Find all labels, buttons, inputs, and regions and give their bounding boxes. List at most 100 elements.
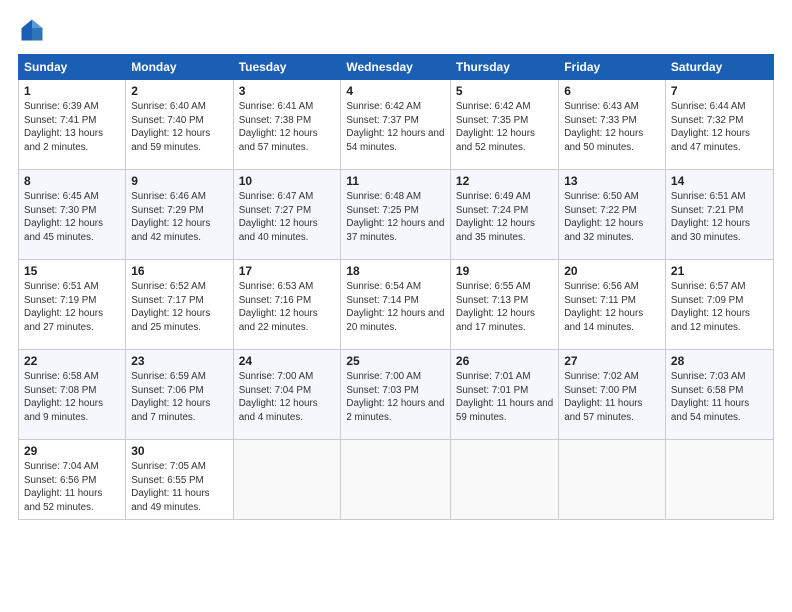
day-info: Sunrise: 6:45 AMSunset: 7:30 PMDaylight:… bbox=[24, 190, 120, 245]
day-info: Sunrise: 7:00 AMSunset: 7:03 PMDaylight:… bbox=[346, 370, 445, 425]
day-info: Sunrise: 7:05 AMSunset: 6:55 PMDaylight:… bbox=[131, 460, 227, 515]
calendar-cell: 12 Sunrise: 6:49 AMSunset: 7:24 PMDayligh… bbox=[450, 170, 558, 260]
calendar-cell: 11 Sunrise: 6:48 AMSunset: 7:25 PMDayligh… bbox=[341, 170, 451, 260]
day-number: 19 bbox=[456, 264, 553, 278]
day-info: Sunrise: 6:54 AMSunset: 7:14 PMDaylight:… bbox=[346, 280, 445, 335]
day-info: Sunrise: 6:48 AMSunset: 7:25 PMDaylight:… bbox=[346, 190, 445, 245]
calendar-cell: 22Sunrise: 6:58 AMSunset: 7:08 PMDayligh… bbox=[19, 350, 126, 440]
day-info: Sunrise: 7:01 AMSunset: 7:01 PMDaylight:… bbox=[456, 370, 553, 425]
day-info: Sunrise: 6:46 AMSunset: 7:29 PMDaylight:… bbox=[131, 190, 227, 245]
day-info: Sunrise: 6:51 AMSunset: 7:19 PMDaylight:… bbox=[24, 280, 120, 335]
day-info: Sunrise: 6:49 AMSunset: 7:24 PMDaylight:… bbox=[456, 190, 553, 245]
day-info: Sunrise: 6:41 AMSunset: 7:38 PMDaylight:… bbox=[239, 100, 336, 155]
calendar-cell: 13 Sunrise: 6:50 AMSunset: 7:22 PMDayligh… bbox=[559, 170, 666, 260]
day-number: 17 bbox=[239, 264, 336, 278]
day-info: Sunrise: 6:50 AMSunset: 7:22 PMDaylight:… bbox=[564, 190, 660, 245]
day-number: 20 bbox=[564, 264, 660, 278]
day-info: Sunrise: 7:03 AMSunset: 6:58 PMDaylight:… bbox=[671, 370, 768, 425]
weekday-header-saturday: Saturday bbox=[665, 55, 773, 80]
calendar-cell: 28 Sunrise: 7:03 AMSunset: 6:58 PMDayligh… bbox=[665, 350, 773, 440]
calendar-cell: 19 Sunrise: 6:55 AMSunset: 7:13 PMDayligh… bbox=[450, 260, 558, 350]
calendar-cell: 6 Sunrise: 6:43 AMSunset: 7:33 PMDaylight… bbox=[559, 80, 666, 170]
day-number: 14 bbox=[671, 174, 768, 188]
day-info: Sunrise: 6:56 AMSunset: 7:11 PMDaylight:… bbox=[564, 280, 660, 335]
weekday-header-friday: Friday bbox=[559, 55, 666, 80]
day-info: Sunrise: 6:53 AMSunset: 7:16 PMDaylight:… bbox=[239, 280, 336, 335]
weekday-header-wednesday: Wednesday bbox=[341, 55, 451, 80]
calendar-cell: 18 Sunrise: 6:54 AMSunset: 7:14 PMDayligh… bbox=[341, 260, 451, 350]
calendar-cell: 9 Sunrise: 6:46 AMSunset: 7:29 PMDaylight… bbox=[126, 170, 233, 260]
day-number: 28 bbox=[671, 354, 768, 368]
calendar-cell: 3 Sunrise: 6:41 AMSunset: 7:38 PMDaylight… bbox=[233, 80, 341, 170]
day-info: Sunrise: 7:02 AMSunset: 7:00 PMDaylight:… bbox=[564, 370, 660, 425]
day-info: Sunrise: 6:43 AMSunset: 7:33 PMDaylight:… bbox=[564, 100, 660, 155]
day-info: Sunrise: 6:42 AMSunset: 7:35 PMDaylight:… bbox=[456, 100, 553, 155]
calendar-cell: 27 Sunrise: 7:02 AMSunset: 7:00 PMDayligh… bbox=[559, 350, 666, 440]
day-info: Sunrise: 6:39 AMSunset: 7:41 PMDaylight:… bbox=[24, 100, 120, 155]
calendar-cell bbox=[450, 440, 558, 520]
weekday-header-tuesday: Tuesday bbox=[233, 55, 341, 80]
day-number: 6 bbox=[564, 84, 660, 98]
day-number: 27 bbox=[564, 354, 660, 368]
day-info: Sunrise: 6:47 AMSunset: 7:27 PMDaylight:… bbox=[239, 190, 336, 245]
calendar-cell: 17 Sunrise: 6:53 AMSunset: 7:16 PMDayligh… bbox=[233, 260, 341, 350]
day-number: 26 bbox=[456, 354, 553, 368]
calendar-week-5: 29 Sunrise: 7:04 AMSunset: 6:56 PMDayligh… bbox=[19, 440, 774, 520]
calendar-cell bbox=[665, 440, 773, 520]
calendar-cell: 24 Sunrise: 7:00 AMSunset: 7:04 PMDayligh… bbox=[233, 350, 341, 440]
weekday-header-row: SundayMondayTuesdayWednesdayThursdayFrid… bbox=[19, 55, 774, 80]
day-number: 12 bbox=[456, 174, 553, 188]
day-number: 3 bbox=[239, 84, 336, 98]
day-number: 11 bbox=[346, 174, 445, 188]
day-number: 10 bbox=[239, 174, 336, 188]
calendar-cell: 21 Sunrise: 6:57 AMSunset: 7:09 PMDayligh… bbox=[665, 260, 773, 350]
calendar-cell: 14 Sunrise: 6:51 AMSunset: 7:21 PMDayligh… bbox=[665, 170, 773, 260]
calendar-week-1: 1Sunrise: 6:39 AMSunset: 7:41 PMDaylight… bbox=[19, 80, 774, 170]
calendar-cell: 16Sunrise: 6:52 AMSunset: 7:17 PMDayligh… bbox=[126, 260, 233, 350]
day-info: Sunrise: 6:57 AMSunset: 7:09 PMDaylight:… bbox=[671, 280, 768, 335]
day-number: 24 bbox=[239, 354, 336, 368]
calendar-cell: 2 Sunrise: 6:40 AMSunset: 7:40 PMDaylight… bbox=[126, 80, 233, 170]
day-number: 22 bbox=[24, 354, 120, 368]
calendar-cell: 1Sunrise: 6:39 AMSunset: 7:41 PMDaylight… bbox=[19, 80, 126, 170]
day-number: 9 bbox=[131, 174, 227, 188]
day-info: Sunrise: 6:40 AMSunset: 7:40 PMDaylight:… bbox=[131, 100, 227, 155]
day-number: 13 bbox=[564, 174, 660, 188]
day-info: Sunrise: 6:55 AMSunset: 7:13 PMDaylight:… bbox=[456, 280, 553, 335]
calendar-cell bbox=[341, 440, 451, 520]
calendar-cell bbox=[233, 440, 341, 520]
weekday-header-monday: Monday bbox=[126, 55, 233, 80]
calendar-cell: 8 Sunrise: 6:45 AMSunset: 7:30 PMDaylight… bbox=[19, 170, 126, 260]
weekday-header-sunday: Sunday bbox=[19, 55, 126, 80]
calendar-week-3: 15 Sunrise: 6:51 AMSunset: 7:19 PMDayligh… bbox=[19, 260, 774, 350]
calendar-table: SundayMondayTuesdayWednesdayThursdayFrid… bbox=[18, 54, 774, 520]
day-number: 8 bbox=[24, 174, 120, 188]
calendar-week-4: 22Sunrise: 6:58 AMSunset: 7:08 PMDayligh… bbox=[19, 350, 774, 440]
header bbox=[18, 16, 774, 44]
day-number: 5 bbox=[456, 84, 553, 98]
calendar-cell: 29 Sunrise: 7:04 AMSunset: 6:56 PMDayligh… bbox=[19, 440, 126, 520]
day-number: 30 bbox=[131, 444, 227, 458]
calendar-cell: 23Sunrise: 6:59 AMSunset: 7:06 PMDayligh… bbox=[126, 350, 233, 440]
calendar-cell: 26 Sunrise: 7:01 AMSunset: 7:01 PMDayligh… bbox=[450, 350, 558, 440]
calendar-cell: 7Sunrise: 6:44 AMSunset: 7:32 PMDaylight… bbox=[665, 80, 773, 170]
day-number: 18 bbox=[346, 264, 445, 278]
day-info: Sunrise: 7:04 AMSunset: 6:56 PMDaylight:… bbox=[24, 460, 120, 515]
day-number: 29 bbox=[24, 444, 120, 458]
calendar-week-2: 8 Sunrise: 6:45 AMSunset: 7:30 PMDaylight… bbox=[19, 170, 774, 260]
day-info: Sunrise: 6:44 AMSunset: 7:32 PMDaylight:… bbox=[671, 100, 768, 155]
calendar-cell: 15 Sunrise: 6:51 AMSunset: 7:19 PMDayligh… bbox=[19, 260, 126, 350]
page: SundayMondayTuesdayWednesdayThursdayFrid… bbox=[0, 0, 792, 612]
day-number: 23 bbox=[131, 354, 227, 368]
day-info: Sunrise: 7:00 AMSunset: 7:04 PMDaylight:… bbox=[239, 370, 336, 425]
weekday-header-thursday: Thursday bbox=[450, 55, 558, 80]
day-info: Sunrise: 6:51 AMSunset: 7:21 PMDaylight:… bbox=[671, 190, 768, 245]
day-number: 21 bbox=[671, 264, 768, 278]
day-number: 25 bbox=[346, 354, 445, 368]
day-number: 15 bbox=[24, 264, 120, 278]
day-number: 16 bbox=[131, 264, 227, 278]
calendar-cell: 10 Sunrise: 6:47 AMSunset: 7:27 PMDayligh… bbox=[233, 170, 341, 260]
day-number: 2 bbox=[131, 84, 227, 98]
day-info: Sunrise: 6:42 AMSunset: 7:37 PMDaylight:… bbox=[346, 100, 445, 155]
calendar-cell: 5 Sunrise: 6:42 AMSunset: 7:35 PMDaylight… bbox=[450, 80, 558, 170]
